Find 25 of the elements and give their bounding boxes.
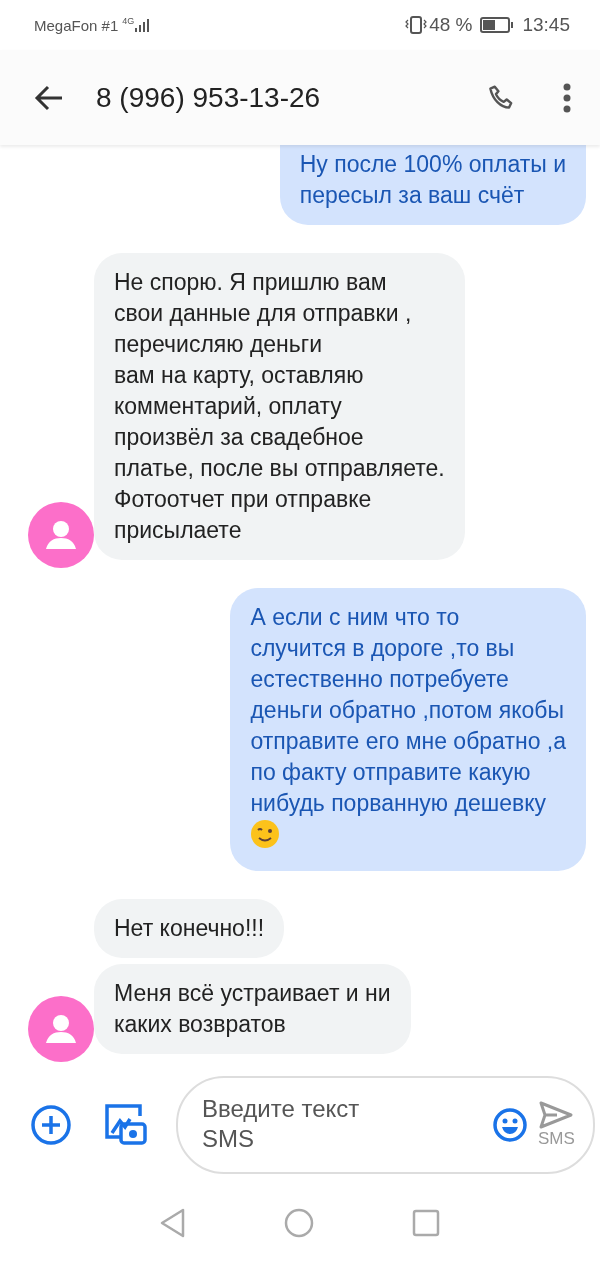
clock: 13:45: [522, 14, 570, 36]
signal-icon: [134, 17, 151, 33]
message-bubble: Меня всё устраивает и ни каких возвратов: [94, 964, 411, 1054]
contact-number: 8 (996) 953-13-26: [96, 81, 322, 114]
carrier-name: MegaFon #1: [34, 16, 119, 34]
circle-icon: [284, 1208, 314, 1238]
message-bubble: Ну после 100% оплаты и пересыл за ваш счёт: [279, 145, 586, 225]
winking-emoji-icon: [250, 819, 281, 849]
more-icon: [562, 82, 572, 113]
message-bubble: А если с ним что то случится в дороге ,то вы естественно потребуете деньги обратно ,потом якобы отправите его мне обратно ,а по факту отправите какую нибудь порванную дешевку: [230, 588, 586, 871]
message-input[interactable]: Введите текст SMS SMS: [176, 1076, 595, 1174]
message-bubble: Нет конечно!!!: [94, 899, 285, 958]
send-button[interactable]: SMS: [538, 1101, 575, 1149]
emoji-icon[interactable]: [492, 1107, 528, 1143]
vibrate-icon: [405, 15, 428, 35]
square-icon: [412, 1209, 440, 1237]
battery-percent: 48 %: [429, 14, 473, 36]
back-arrow-icon: [34, 84, 64, 111]
message-bubble: Не спорю. Я пришлю вам свои данные для отправки , перечисляю деньги вам на карту, оставляю комментарий, оплату произвёл за свадебное платье, после вы отправляете. Фотоотчет при отправке присылаете: [94, 253, 465, 560]
network-type: 4G: [122, 16, 135, 26]
battery-icon: [480, 17, 515, 33]
gallery-camera-icon: [104, 1103, 148, 1147]
triangle-icon: [160, 1208, 186, 1238]
add-icon: [30, 1104, 72, 1146]
send-icon: [539, 1101, 574, 1129]
